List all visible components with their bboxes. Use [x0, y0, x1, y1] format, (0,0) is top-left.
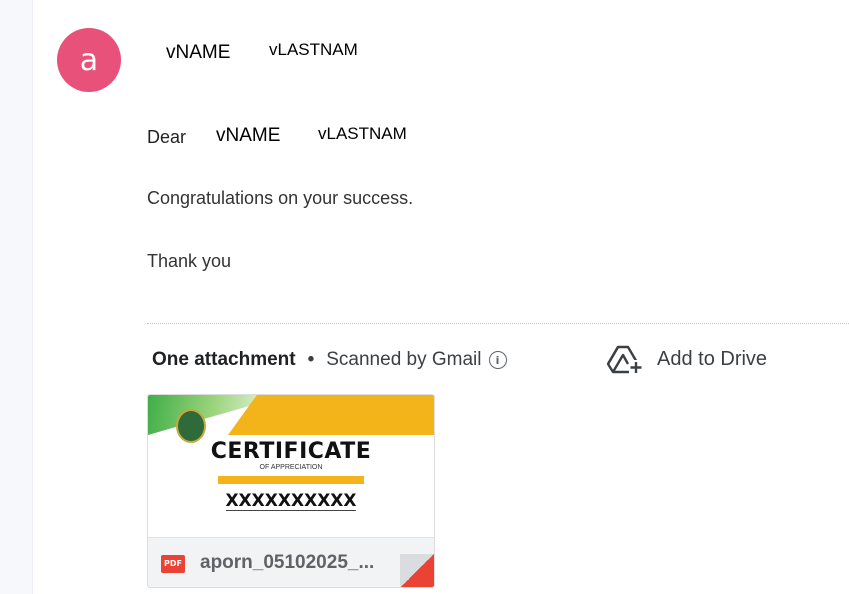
- sender-first-name: vNAME: [166, 42, 231, 63]
- thumb-yellow-band: [228, 395, 434, 435]
- attachment-file-name[interactable]: aporn_05102025_...: [200, 552, 374, 574]
- attachment-thumbnail[interactable]: CERTIFICATE OF APPRECIATION XXXXXXXXXX: [148, 395, 434, 537]
- scanned-by-gmail-label: Scanned by Gmail: [326, 349, 482, 370]
- attachment-footer[interactable]: PDF aporn_05102025_...: [148, 537, 434, 587]
- message-thanks-line: Thank you: [147, 251, 232, 271]
- sender-avatar[interactable]: a: [57, 28, 121, 92]
- thumb-name-rule: [226, 510, 356, 511]
- add-to-drive-label: Add to Drive: [657, 347, 768, 370]
- attachment-divider: [147, 323, 849, 324]
- header-separator: •: [307, 349, 315, 370]
- attachment-card[interactable]: CERTIFICATE OF APPRECIATION XXXXXXXXXX P…: [147, 394, 435, 588]
- fold-corner-icon: [400, 554, 434, 587]
- thumb-cert-title: CERTIFICATE: [210, 439, 372, 464]
- greeting-last-name: vLASTNAM: [318, 124, 407, 143]
- thumb-gold-bar: [218, 476, 364, 484]
- attachment-header: One attachment • Scanned by Gmail i: [152, 345, 507, 375]
- add-to-drive-icon: [607, 345, 643, 374]
- attachment-count: One attachment: [152, 349, 296, 370]
- seal-icon: [176, 409, 206, 443]
- info-icon[interactable]: i: [488, 351, 507, 369]
- sender-last-name: vLASTNAM: [269, 40, 358, 59]
- thumb-cert-subtitle: OF APPRECIATION: [259, 464, 323, 471]
- greeting-word: Dear: [147, 127, 187, 147]
- greeting-first-name: vNAME: [216, 125, 281, 146]
- message-congrats-line: Congratulations on your success.: [147, 188, 414, 208]
- add-to-drive-button[interactable]: Add to Drive: [607, 342, 767, 376]
- pdf-icon: PDF: [161, 555, 185, 573]
- thumb-cert-recipient: XXXXXXXXXX: [225, 491, 357, 511]
- left-rail: [0, 0, 33, 594]
